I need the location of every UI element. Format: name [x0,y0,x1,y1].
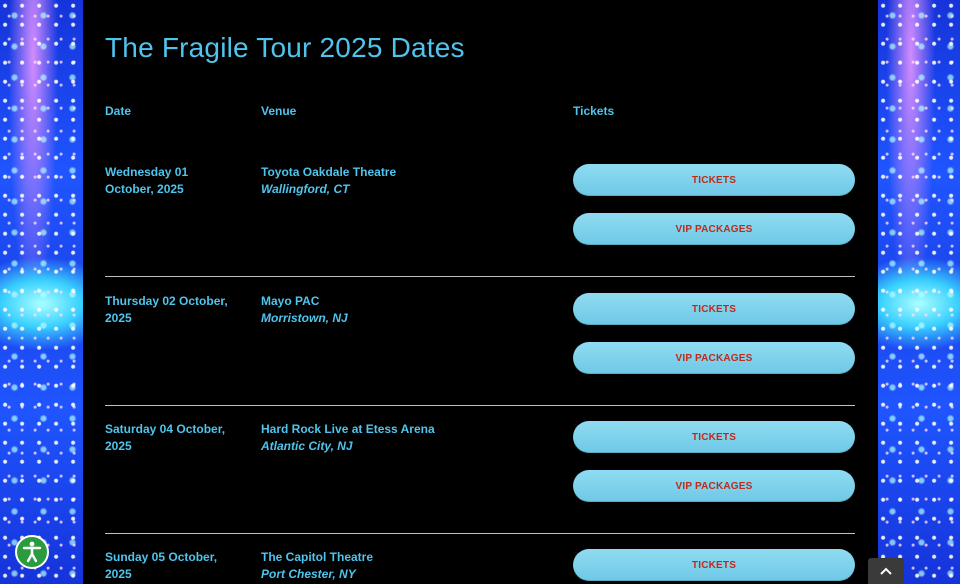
page-title: The Fragile Tour 2025 Dates [105,32,465,63]
venue-location: Port Chester, NY [261,567,356,581]
tour-dates-section: The Fragile Tour 2025 Dates Date Venue T… [83,0,878,584]
column-header-venue: Venue [261,104,297,118]
vip-packages-button[interactable]: VIP PACKAGES [573,470,855,502]
background-right-panel [878,0,960,584]
column-header-date: Date [105,104,132,118]
venue-name: Hard Rock Live at Etess Arena [261,422,435,436]
background-left-panel [0,0,83,584]
tickets-button[interactable]: TICKETS [573,164,855,196]
event-date: Thursday 02 October, 2025 [105,294,228,325]
row-divider [105,405,855,406]
chevron-up-icon [880,567,892,575]
venue-name: Toyota Oakdale Theatre [261,165,397,179]
event-venue: Toyota Oakdale Theatre Wallingford, CT [261,164,396,198]
scroll-to-top-button[interactable] [868,558,904,584]
row-divider [105,276,855,277]
event-venue: Hard Rock Live at Etess Arena Atlantic C… [261,421,435,455]
accessibility-icon [22,541,42,563]
event-venue: The Capitol Theatre Port Chester, NY [261,549,373,583]
venue-location: Morristown, NJ [261,311,348,325]
column-header-tickets: Tickets [573,104,615,118]
row-divider [105,533,855,534]
event-date: Sunday 05 October, 2025 [105,550,218,581]
tickets-button[interactable]: TICKETS [573,293,855,325]
venue-location: Wallingford, CT [261,182,350,196]
event-venue: Mayo PAC Morristown, NJ [261,293,348,327]
venue-location: Atlantic City, NJ [261,439,353,453]
event-date: Saturday 04 October, 2025 [105,422,226,453]
venue-name: The Capitol Theatre [261,550,374,564]
vip-packages-button[interactable]: VIP PACKAGES [573,342,855,374]
tickets-button[interactable]: TICKETS [573,421,855,453]
tickets-button[interactable]: TICKETS [573,549,855,581]
event-date: Wednesday 01 October, 2025 [105,165,189,196]
vip-packages-button[interactable]: VIP PACKAGES [573,213,855,245]
venue-name: Mayo PAC [261,294,320,308]
accessibility-button[interactable] [15,535,49,569]
